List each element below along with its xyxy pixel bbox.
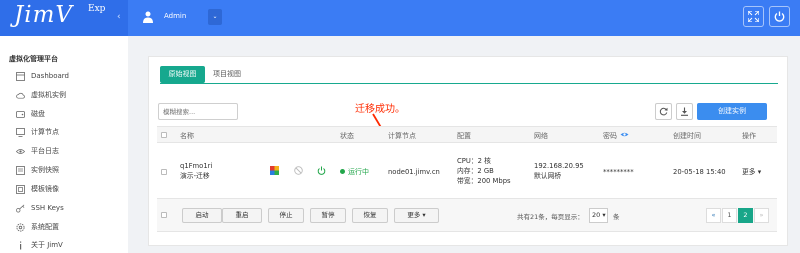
fullscreen-button[interactable] [743,6,764,27]
sidebar-item-logs[interactable]: 平台日志 [16,144,59,158]
footer-more-label: 更多 [407,211,421,219]
refresh-button[interactable] [655,103,672,120]
vnc-console-icon[interactable] [270,166,279,175]
user-icon [143,11,153,23]
password-masked: ********* [603,168,634,176]
sidebar-item-settings[interactable]: 系统配置 [16,220,59,234]
footer-more-dropdown[interactable]: 更多 ▾ [394,208,439,223]
row-checkbox[interactable] [161,169,167,175]
download-button[interactable] [676,103,693,120]
sidebar-item-dashboard[interactable]: Dashboard [16,69,69,83]
sidebar-item-ssh-keys[interactable]: SSH Keys [16,201,64,215]
config-memory: 内存：2 GB [457,167,494,175]
tab-raw-view[interactable]: 原始视图 [160,66,205,83]
pagination-next[interactable]: » [754,208,769,223]
pagination-info: 共有21条，每页显示： [517,213,584,221]
config-cpu: CPU：2 核 [457,157,491,165]
power-icon [774,11,785,22]
gear-icon [16,222,25,232]
network-ip: 192.168.20.95 [534,162,584,170]
sidebar-item-label: SSH Keys [31,204,64,212]
top-bar: JimV Exp ‹ Admin ⌄ [0,0,800,36]
pagination-prev[interactable]: « [706,208,721,223]
search-input[interactable] [158,103,238,120]
footer-select-all-checkbox[interactable] [161,212,167,218]
sidebar-item-compute-nodes[interactable]: 计算节点 [16,125,59,139]
sidebar-item-about[interactable]: 关于 JimV [16,238,63,252]
sidebar-item-label: 关于 JimV [31,241,63,249]
col-network: 网络 [534,132,548,140]
sidebar-item-label: 计算节点 [31,128,59,136]
page-size-value: 20 [592,211,601,219]
sidebar-item-instances[interactable]: 虚拟机实例 [16,88,66,102]
sidebar-item-label: Dashboard [31,72,69,80]
pause-button[interactable]: 暂停 [310,208,346,223]
sidebar-item-label: 系统配置 [31,223,59,231]
row-more-label: 更多 [742,168,756,176]
power-toggle-icon[interactable] [317,166,326,175]
key-icon [16,204,25,213]
image-icon [16,184,25,194]
pagination-page-1[interactable]: 1 [722,208,737,223]
sidebar-item-snapshots[interactable]: 实例快照 [16,163,59,177]
col-config: 配置 [457,132,471,140]
col-operations: 操作 [742,132,756,140]
download-icon [681,107,688,116]
col-status: 状态 [340,132,354,140]
network-bridge: 默认网桥 [534,172,562,180]
logo-text: JimV [14,2,73,28]
disabled-action-icon[interactable] [294,166,303,175]
instance-name: 演示-迁移 [180,172,210,180]
status-running-dot [340,169,345,174]
col-node: 计算节点 [388,132,416,140]
stop-button[interactable]: 停止 [268,208,304,223]
eye-icon [16,147,25,156]
created-time: 20-05-18 15:40 [673,168,726,176]
col-name: 名称 [180,132,194,140]
sidebar-item-label: 实例快照 [31,166,59,174]
info-icon [16,241,25,250]
dashboard-icon [16,71,25,81]
sidebar-item-label: 磁盘 [31,110,45,118]
col-password: 密码 [603,132,617,140]
monitor-icon [16,127,25,137]
snapshot-icon [16,165,25,175]
logout-button[interactable] [769,6,790,27]
start-button[interactable]: 启动 [182,208,222,223]
sidebar-item-label: 模板镜像 [31,185,59,193]
instance-uuid[interactable]: q1Fmo1ri [180,161,212,171]
config-bandwidth: 带宽：200 Mbps [457,177,511,185]
tab-project-view[interactable]: 项目视图 [213,66,241,83]
tab-divider [160,83,778,84]
sidebar-title: 虚拟化管理平台 [9,55,58,63]
sidebar-item-label: 虚拟机实例 [31,91,66,99]
show-password-eye-icon[interactable] [620,131,629,138]
disk-icon [16,110,25,119]
page-size-select[interactable]: 20 ▾ [589,208,608,223]
logo-superscript: Exp [88,4,106,14]
fullscreen-icon [748,11,759,22]
compute-node-name: node01.jimv.cn [388,168,440,176]
select-all-checkbox[interactable] [161,132,167,138]
cloud-icon [16,91,25,100]
resume-button[interactable]: 恢复 [352,208,388,223]
logo[interactable]: JimV Exp ‹ [0,0,128,36]
user-name[interactable]: Admin [164,12,186,20]
user-dropdown-button[interactable]: ⌄ [208,9,222,25]
status-badge: 运行中 [348,168,369,176]
sidebar-item-label: 平台日志 [31,147,59,155]
restart-button[interactable]: 重启 [222,208,262,223]
sidebar-item-images[interactable]: 模板镜像 [16,182,59,196]
pagination-page-2[interactable]: 2 [738,208,753,223]
row-more-dropdown[interactable]: 更多 ▾ [742,167,761,177]
page-size-unit: 条 [613,213,620,221]
col-created: 创建时间 [673,132,701,140]
collapse-sidebar-icon[interactable]: ‹ [117,12,121,22]
sidebar-item-disks[interactable]: 磁盘 [16,107,45,121]
create-instance-button[interactable]: 创建实例 [697,103,767,120]
refresh-icon [659,107,668,116]
